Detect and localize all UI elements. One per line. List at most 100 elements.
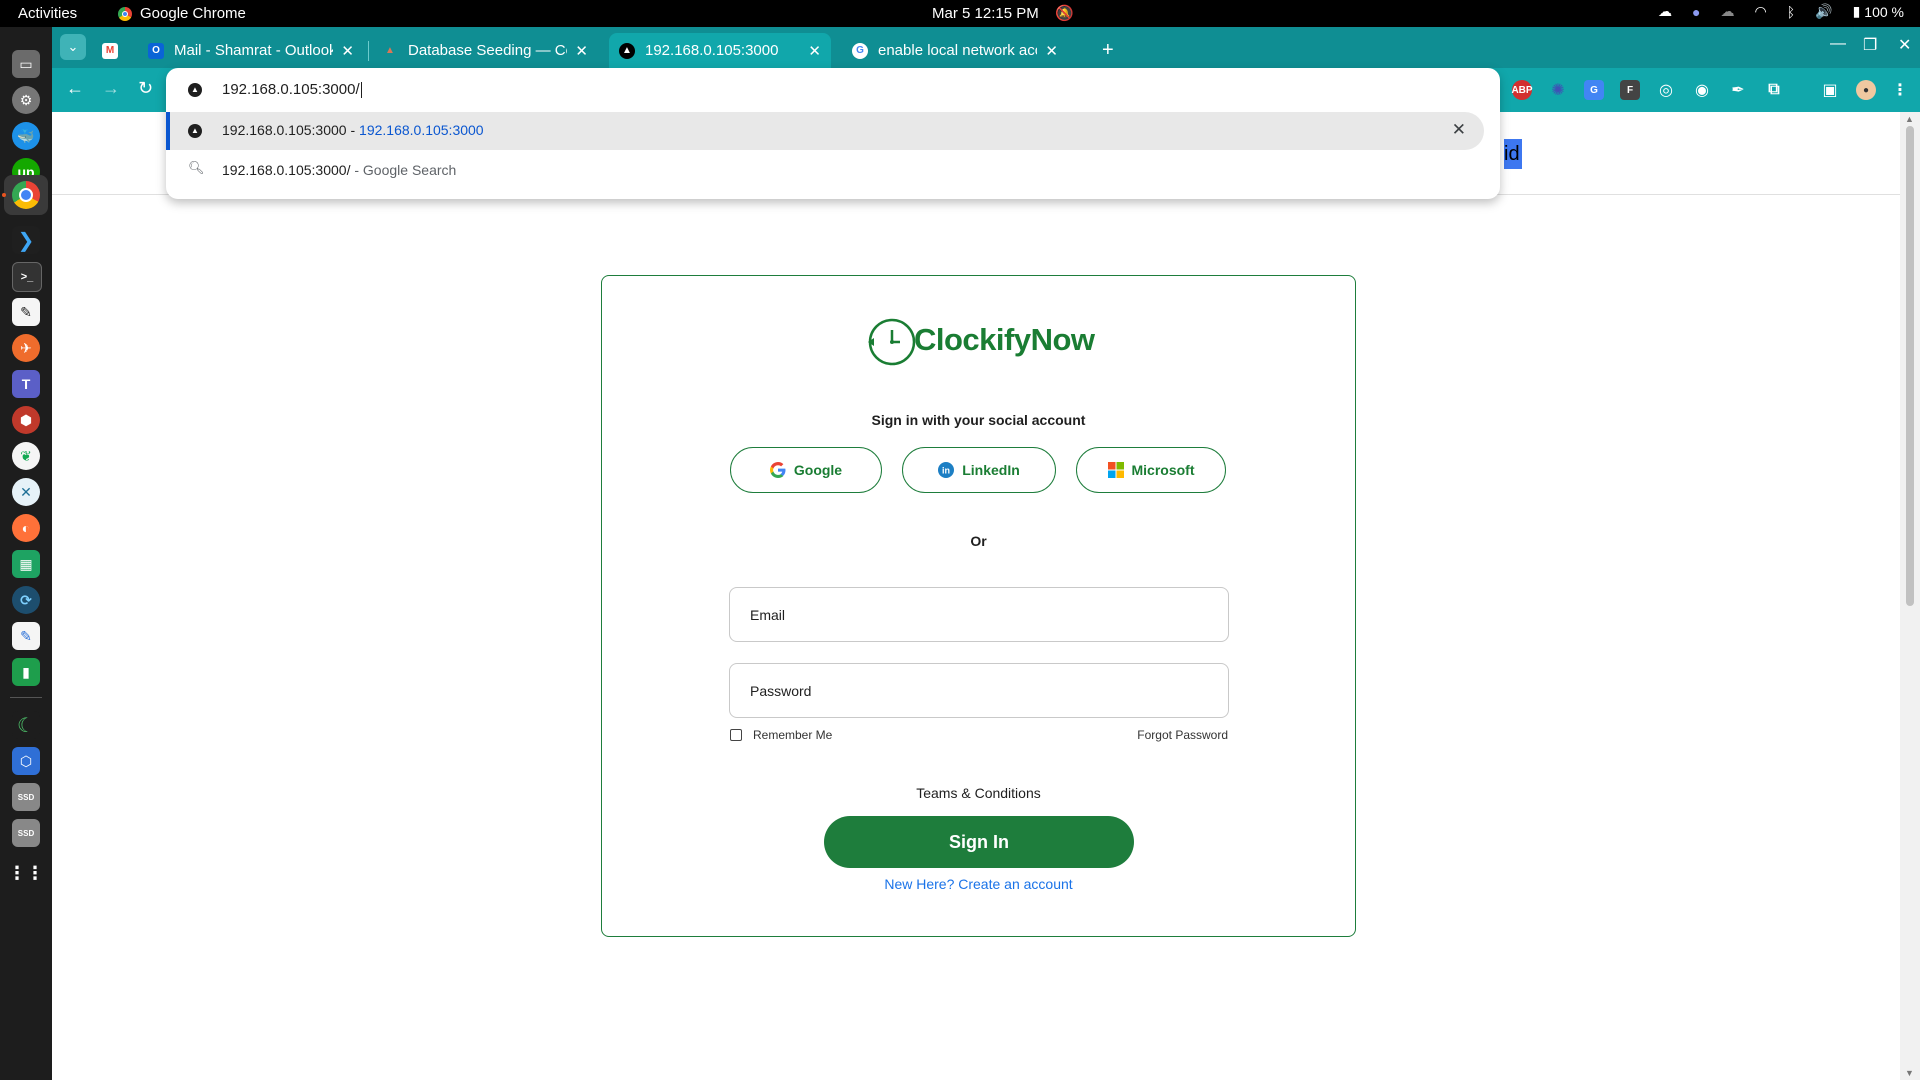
disk2-icon[interactable]: SSD	[12, 819, 40, 847]
firefox-icon[interactable]: ◐	[12, 514, 40, 542]
gmail-icon: M	[102, 42, 118, 59]
translate-icon[interactable]: G	[1584, 80, 1604, 100]
linkedin-signin-button[interactable]: in LinkedIn	[902, 447, 1056, 493]
reload-icon[interactable]: ↻	[138, 78, 153, 99]
battery-icon: ▮	[1852, 3, 1861, 19]
dock-separator	[10, 697, 42, 698]
tab-gmail-pinned[interactable]: M	[92, 33, 118, 68]
text-caret	[360, 82, 362, 99]
omnibox-suggestion[interactable]: 🔍︎ 192.168.0.105:3000/ - Google Search	[166, 152, 1484, 190]
remember-me-label[interactable]: Remember Me	[753, 728, 832, 742]
extensions-puzzle-icon[interactable]: ⧉	[1764, 80, 1784, 100]
address-input[interactable]: 192.168.0.105:3000/	[222, 81, 360, 98]
suggestion-separator: -	[346, 122, 360, 138]
search-icon: 🔍︎	[188, 160, 205, 175]
bluetooth-icon: ᛒ	[1786, 3, 1796, 20]
text-editor-icon[interactable]: ✎	[12, 622, 40, 650]
omnibox-suggestion[interactable]: ▲ 192.168.0.105:3000 - 192.168.0.105:300…	[166, 112, 1484, 150]
scrollbar-thumb[interactable]	[1906, 126, 1914, 606]
extension-gear-icon[interactable]: ✺	[1548, 80, 1568, 100]
google-label: Google	[793, 462, 843, 478]
back-icon[interactable]: ←	[66, 78, 84, 99]
password-field[interactable]	[729, 663, 1229, 718]
wifi-icon: ◠	[1754, 3, 1767, 19]
site-icon: ▲	[619, 42, 635, 59]
system-tray[interactable]: ☁ ● ☁ ◠ ᛒ 🔊 ▮ 100 %	[1658, 3, 1904, 20]
remove-suggestion-icon[interactable]: ✕	[1452, 120, 1466, 140]
eyedropper-icon[interactable]: ✒	[1728, 80, 1748, 100]
cloud-sync-icon: ☁	[1658, 3, 1673, 19]
scroll-up-icon[interactable]: ▲	[1905, 114, 1914, 124]
remember-me-checkbox[interactable]	[730, 729, 742, 741]
teams-icon[interactable]: T	[12, 370, 40, 398]
font-ext-icon[interactable]: F	[1620, 80, 1640, 100]
address-bar[interactable]: ▲ 192.168.0.105:3000/	[166, 68, 1500, 112]
google-icon: G	[852, 42, 868, 59]
forgot-password-link[interactable]: Forgot Password	[1137, 728, 1228, 742]
email-field[interactable]	[729, 587, 1229, 642]
maximize-icon[interactable]: ❐	[1863, 35, 1877, 55]
suggestion-url: 192.168.0.105:3000	[359, 122, 484, 138]
gitkraken-icon[interactable]: ☾	[12, 711, 40, 739]
dock: ▭ ⚙ 🐳 up ❯ >_ ✎ ✈ T ⬢ ❦ ✕ ◐ ▦ ⟳ ✎ ▮ ☾ ⬡ …	[0, 27, 52, 1080]
tweak-icon[interactable]: ✎	[12, 298, 40, 326]
compass-icon[interactable]: ✕	[12, 478, 40, 506]
close-icon[interactable]: ✕	[808, 42, 821, 60]
vscode-icon[interactable]: ❯	[12, 226, 40, 254]
files-icon[interactable]: ▭	[12, 50, 40, 78]
new-tab-button[interactable]: +	[1092, 33, 1122, 68]
google-signin-button[interactable]: Google	[730, 447, 882, 493]
disk-icon[interactable]: SSD	[12, 783, 40, 811]
close-icon[interactable]: ✕	[341, 42, 354, 60]
close-icon[interactable]: ✕	[1045, 42, 1058, 60]
slack-like-icon[interactable]: ⟳	[12, 586, 40, 614]
mongodb-icon[interactable]: ❦	[12, 442, 40, 470]
tab-database-seeding[interactable]: ▲ Database Seeding — Co ✕	[372, 33, 598, 68]
terms-link[interactable]: Teams & Conditions	[602, 785, 1355, 801]
microsoft-icon	[1107, 462, 1124, 478]
create-account-link[interactable]: New Here? Create an account	[602, 876, 1355, 892]
tab-outlook[interactable]: O Mail - Shamrat - Outlook ✕	[138, 33, 364, 68]
site-info-icon[interactable]: ▲	[188, 83, 202, 97]
adblock-icon[interactable]: ABP	[1511, 80, 1533, 100]
clock-logo-icon	[868, 318, 916, 366]
profile-avatar[interactable]: ●	[1856, 80, 1876, 100]
side-panel-icon[interactable]: ▣	[1820, 80, 1840, 100]
chrome-dock-icon[interactable]	[12, 181, 40, 209]
linkedin-icon: in	[938, 462, 955, 478]
page-viewport: id ClockifyNow Sign in with your social …	[52, 112, 1920, 1080]
virtualbox-icon[interactable]: ⬡	[12, 747, 40, 775]
outlook-icon: O	[148, 42, 164, 59]
settings-icon[interactable]: ⚙	[12, 86, 40, 114]
tab-localhost[interactable]: ▲ 192.168.0.105:3000 ✕	[609, 33, 831, 68]
claude-icon: ▲	[385, 45, 395, 56]
page-scrollbar[interactable]: ▲ ▼	[1900, 112, 1920, 1080]
social-signin-title: Sign in with your social account	[871, 412, 1086, 428]
activities-button[interactable]: Activities	[18, 5, 77, 22]
whatfont-icon[interactable]: ◉	[1692, 80, 1712, 100]
docker-icon[interactable]: 🐳	[12, 122, 40, 150]
forward-icon[interactable]: →	[102, 78, 120, 99]
tab-title: enable local network acc	[878, 42, 1038, 59]
clock[interactable]: Mar 5 12:15 PM	[932, 5, 1039, 22]
microsoft-signin-button[interactable]: Microsoft	[1076, 447, 1226, 493]
tab-title: Mail - Shamrat - Outlook	[174, 42, 334, 59]
target-ext-icon[interactable]: ◎	[1656, 80, 1676, 100]
redis-icon[interactable]: ⬢	[12, 406, 40, 434]
terminal-icon[interactable]: >_	[12, 262, 42, 292]
sheets-icon[interactable]: ▦	[12, 550, 40, 578]
minimize-icon[interactable]: —	[1830, 35, 1846, 53]
app-menu[interactable]: Google Chrome	[118, 5, 246, 22]
scroll-down-icon[interactable]: ▼	[1905, 1068, 1914, 1078]
google-icon	[769, 462, 786, 478]
menu-kebab-icon[interactable]: ⋮	[1890, 80, 1910, 100]
chat-icon[interactable]: ▮	[12, 658, 40, 686]
tab-google-search[interactable]: G enable local network acc ✕	[842, 33, 1068, 68]
window-close-icon[interactable]: ✕	[1898, 35, 1911, 55]
tab-search-button[interactable]: ⌄	[60, 34, 86, 60]
close-icon[interactable]: ✕	[575, 42, 588, 60]
sign-in-button[interactable]: Sign In	[824, 816, 1134, 868]
suggestion-desc: Google Search	[362, 162, 457, 178]
postman-icon[interactable]: ✈	[12, 334, 40, 362]
app-grid-icon[interactable]: ⋮⋮	[8, 859, 44, 887]
